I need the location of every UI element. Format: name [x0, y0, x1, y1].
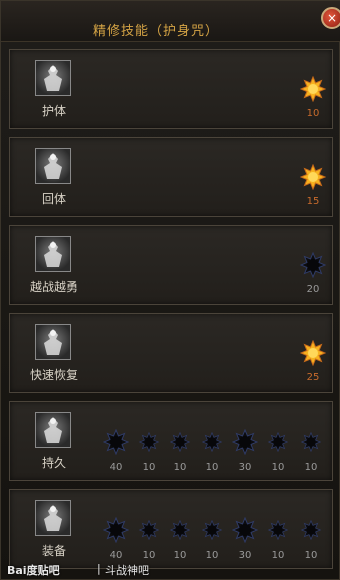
- skill-level: 10: [306, 108, 320, 119]
- skill-figure-icon[interactable]: [35, 60, 71, 96]
- skill-name: 装备: [41, 544, 66, 558]
- skill-figure-icon[interactable]: [35, 412, 71, 448]
- locked-star-node-icon[interactable]: [169, 519, 191, 541]
- active-star-node-icon[interactable]: [299, 75, 327, 103]
- skill-level: 20: [306, 284, 320, 295]
- locked-star-node-icon[interactable]: [267, 519, 289, 541]
- locked-star-node-icon[interactable]: [267, 431, 289, 453]
- skill-row: 持久 40 10 10 10 30 10 10: [9, 401, 333, 481]
- active-star-node-icon[interactable]: [299, 339, 327, 367]
- locked-star-node-icon[interactable]: [102, 516, 130, 544]
- close-button[interactable]: ×: [321, 7, 340, 29]
- window-title: 精修技能（护身咒）: [92, 24, 219, 39]
- watermark-logo: Bai度贴吧: [7, 564, 60, 577]
- skill-row: 越战越勇 20: [9, 225, 333, 305]
- locked-star-node-icon[interactable]: [300, 431, 322, 453]
- skill-row: 回体 15: [9, 137, 333, 217]
- skill-name: 护体: [41, 104, 66, 118]
- skill-level: 10: [304, 462, 318, 473]
- active-star-node-icon[interactable]: [299, 163, 327, 191]
- skill-row: 装备 40 10 10 10 30 10 10: [9, 489, 333, 569]
- locked-star-node-icon[interactable]: [231, 428, 259, 456]
- skill-level: 10: [304, 550, 318, 561]
- skill-name: 快速恢复: [29, 368, 78, 382]
- title-bar: 精修技能（护身咒） ×: [1, 1, 340, 42]
- locked-star-node-icon[interactable]: [201, 519, 223, 541]
- locked-star-node-icon[interactable]: [138, 519, 160, 541]
- locked-star-node-icon[interactable]: [169, 431, 191, 453]
- locked-star-node-icon[interactable]: [299, 251, 327, 279]
- skill-figure-icon[interactable]: [35, 324, 71, 360]
- watermark-text: 斗战神吧: [105, 564, 149, 577]
- locked-star-node-icon[interactable]: [231, 516, 259, 544]
- watermark-separator: |: [97, 562, 101, 575]
- locked-star-node-icon[interactable]: [138, 431, 160, 453]
- skill-figure-icon[interactable]: [35, 148, 71, 184]
- skill-refine-window: 精修技能（护身咒） × 护体 10 回体 15 越战越勇 20 快速恢复 25 持久 40 10 10…: [0, 0, 340, 580]
- skill-row: 护体 10: [9, 49, 333, 129]
- locked-star-node-icon[interactable]: [300, 519, 322, 541]
- skill-figure-icon[interactable]: [35, 500, 71, 536]
- watermark: Bai度贴吧 | 斗战神吧: [1, 561, 340, 579]
- locked-star-node-icon[interactable]: [102, 428, 130, 456]
- skill-row: 快速恢复 25: [9, 313, 333, 393]
- skill-name: 回体: [41, 192, 66, 206]
- skill-level: 25: [306, 372, 320, 383]
- locked-star-node-icon[interactable]: [201, 431, 223, 453]
- skill-level: 15: [306, 196, 320, 207]
- skill-figure-icon[interactable]: [35, 236, 71, 272]
- skill-name: 持久: [41, 456, 66, 470]
- skill-name: 越战越勇: [29, 280, 78, 294]
